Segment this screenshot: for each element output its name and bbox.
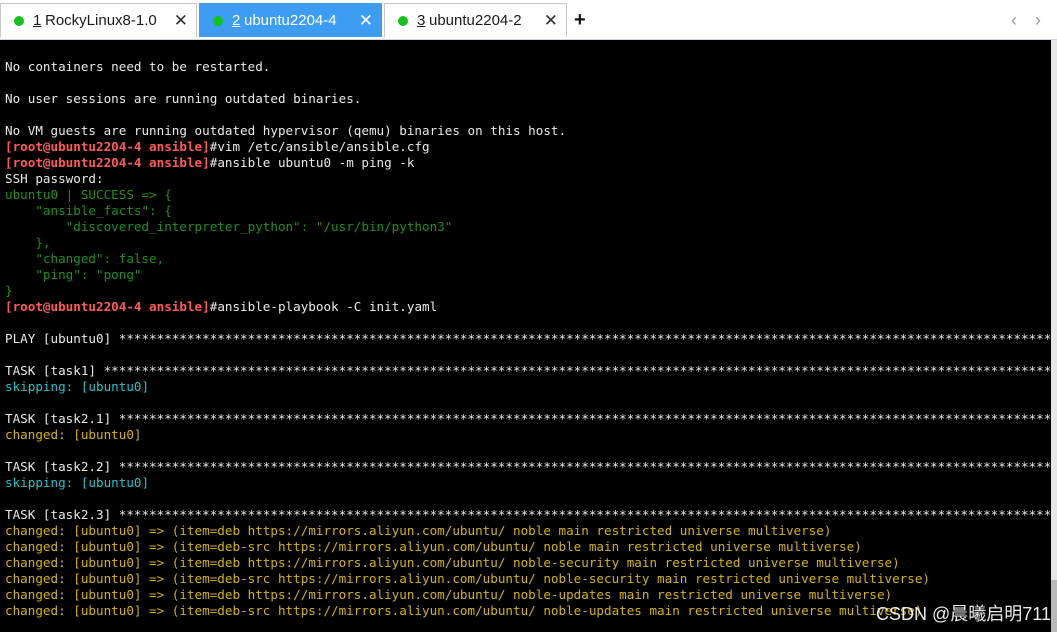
terminal-line: changed: [ubuntu0] => (item=deb-src http… — [5, 571, 931, 586]
terminal-line: }, — [5, 235, 51, 250]
terminal-line: changed: [ubuntu0] => (item=deb-src http… — [5, 603, 923, 618]
tab-title: ubuntu2204-4 — [244, 12, 337, 29]
terminal-line: changed: [ubuntu0] => (item=deb https://… — [5, 587, 893, 602]
terminal-line: skipping: [ubuntu0] — [5, 475, 150, 490]
connected-status-icon — [14, 16, 24, 26]
terminal-output[interactable]: No containers need to be restarted. No u… — [0, 40, 1051, 632]
tab-title: ubuntu2204-2 — [429, 12, 522, 29]
add-tab-icon[interactable]: + — [574, 6, 586, 34]
terminal-line: PLAY [ubuntu0] *************************… — [5, 331, 1051, 346]
terminal-line: "discovered_interpreter_python": "/usr/b… — [5, 219, 453, 234]
terminal-line: "changed": false, — [5, 251, 165, 266]
close-tab-icon[interactable]: ✕ — [174, 4, 188, 38]
close-tab-icon[interactable]: ✕ — [359, 4, 373, 38]
terminal-line: changed: [ubuntu0] — [5, 427, 142, 442]
shell-prompt: [root@ubuntu2204-4 ansible] — [5, 155, 210, 170]
terminal-line: TASK [task2.1] *************************… — [5, 411, 1051, 426]
terminal-line: No user sessions are running outdated bi… — [5, 91, 362, 106]
terminal-line: changed: [ubuntu0] => (item=deb https://… — [5, 555, 900, 570]
scrollbar-thumb[interactable] — [1051, 580, 1057, 632]
connected-status-icon — [398, 16, 408, 26]
command-text: ansible ubuntu0 -m ping -k — [217, 155, 415, 170]
command-text: ansible-playbook -C init.yaml — [217, 299, 438, 314]
terminal-line: changed: [ubuntu0] => (item=deb-src http… — [5, 539, 862, 554]
terminal-line: TASK [task1] ***************************… — [5, 363, 1051, 378]
close-tab-icon[interactable]: ✕ — [544, 4, 558, 38]
terminal-line: TASK [task2.3] *************************… — [5, 507, 1051, 522]
terminal-line: ubuntu0 | SUCCESS => { — [5, 187, 172, 202]
command-line: [root@ubuntu2204-4 ansible]#ansible-play… — [5, 299, 437, 315]
tab-rockylinux[interactable]: 1 RockyLinux8-1.0 ✕ — [0, 3, 197, 37]
connected-status-icon — [213, 16, 223, 26]
tab-ubuntu2204-4[interactable]: 2 ubuntu2204-4 ✕ — [199, 3, 382, 37]
shell-prompt: [root@ubuntu2204-4 ansible] — [5, 299, 210, 314]
terminal-line: changed: [ubuntu0] => (item=deb https://… — [5, 523, 832, 538]
terminal-line: No VM guests are running outdated hyperv… — [5, 123, 567, 138]
tab-number: 2 — [232, 12, 241, 29]
terminal-line: SSH password: — [5, 171, 104, 186]
terminal-line: } — [5, 283, 13, 298]
terminal-line: skipping: [ubuntu0] — [5, 379, 150, 394]
terminal-line: No containers need to be restarted. — [5, 59, 271, 74]
scroll-tabs-left-icon[interactable]: ‹ — [1011, 8, 1017, 32]
command-line: [root@ubuntu2204-4 ansible]#ansible ubun… — [5, 155, 414, 171]
tab-number: 1 — [33, 12, 42, 29]
command-text: vim /etc/ansible/ansible.cfg — [217, 139, 430, 154]
tab-title: RockyLinux8-1.0 — [45, 12, 157, 29]
shell-prompt: [root@ubuntu2204-4 ansible] — [5, 139, 210, 154]
tab-number: 3 — [417, 12, 426, 29]
terminal-line: "ansible_facts": { — [5, 203, 172, 218]
terminal-line: TASK [task2.2] *************************… — [5, 459, 1051, 474]
terminal-line: "ping": "pong" — [5, 267, 142, 282]
command-line: [root@ubuntu2204-4 ansible]#vim /etc/ans… — [5, 139, 430, 155]
tab-ubuntu2204-2[interactable]: 3 ubuntu2204-2 ✕ — [384, 3, 567, 37]
scroll-tabs-right-icon[interactable]: › — [1035, 8, 1041, 32]
terminal-scrollbar[interactable] — [1051, 40, 1057, 632]
watermark: CSDN @晨曦启明711 — [876, 604, 1051, 624]
tab-bar: 1 RockyLinux8-1.0 ✕ 2 ubuntu2204-4 ✕ 3 u… — [0, 0, 1057, 40]
